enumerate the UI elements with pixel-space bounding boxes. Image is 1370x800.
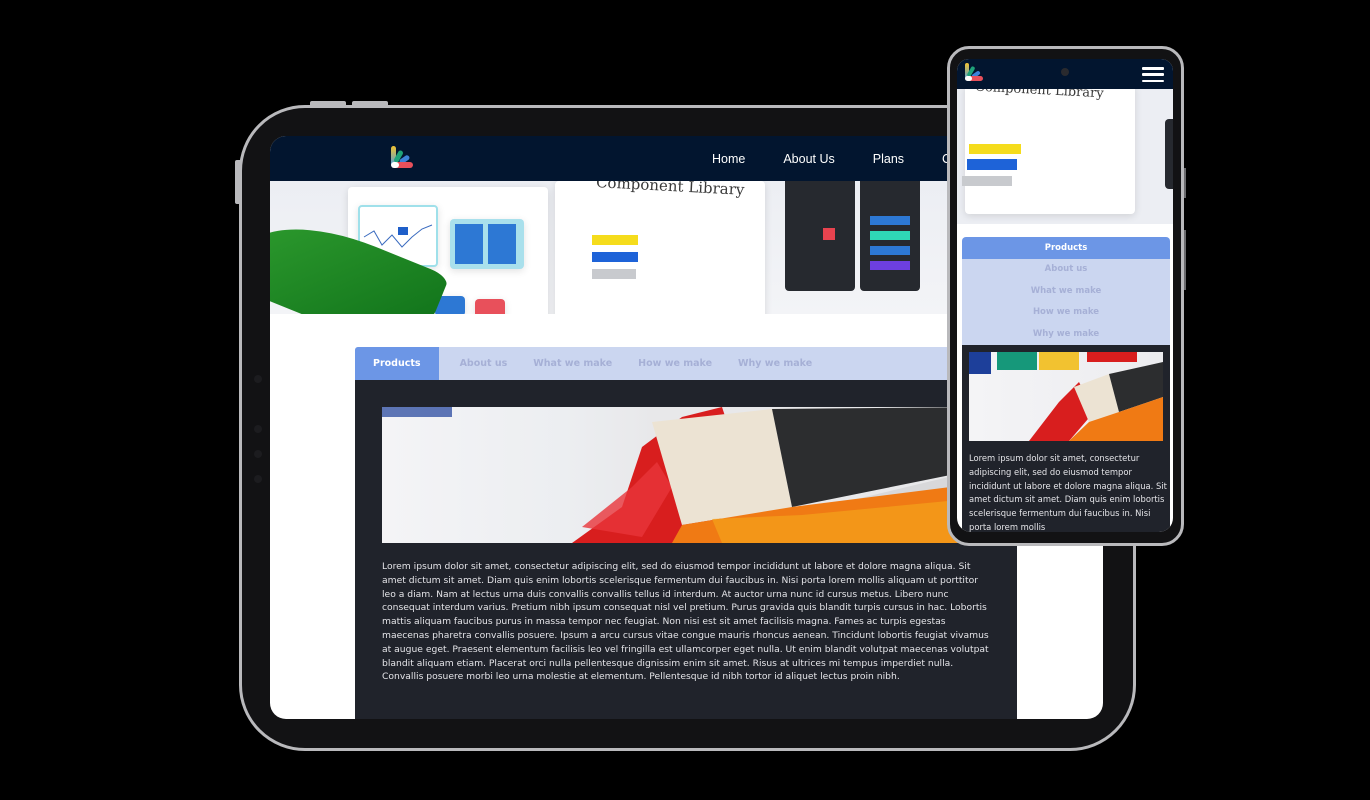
panel-body-text: Lorem ipsum dolor sit amet, consectetur …	[969, 453, 1167, 532]
mockup-dark-phone	[1165, 119, 1173, 189]
tab-why-we-make[interactable]: Why we make	[725, 347, 825, 380]
tablet-sensor	[254, 375, 262, 383]
tablet-sensor	[254, 450, 262, 458]
hamburger-menu-icon[interactable]	[1142, 67, 1164, 82]
tab-what-we-make[interactable]: What we make	[520, 347, 625, 380]
tab-products[interactable]: Products	[355, 347, 439, 380]
paintbrush-image	[969, 352, 1163, 441]
mockup-grey-button	[962, 176, 1012, 186]
tablet-sensor	[254, 475, 262, 483]
mockup-grey-button	[592, 269, 636, 279]
mobile-header	[957, 59, 1173, 89]
brand-logo-icon[interactable]	[965, 63, 985, 83]
mockup-yellow-button	[592, 235, 638, 245]
tab-how-we-make[interactable]: How we make	[625, 347, 725, 380]
mockup-tile	[475, 299, 505, 314]
panel-body-text: Lorem ipsum dolor sit amet, consectetur …	[382, 561, 989, 683]
brand-logo-icon[interactable]	[391, 146, 415, 170]
tab-about-us[interactable]: About us	[962, 258, 1170, 280]
nav-home[interactable]: Home	[712, 152, 745, 166]
tab-how-we-make[interactable]: How we make	[962, 301, 1170, 323]
mockup-blue-button	[592, 252, 638, 262]
mobile-hero-image: Component Library	[957, 89, 1173, 224]
tab-what-we-make[interactable]: What we make	[962, 280, 1170, 302]
mockup-blue-button	[967, 159, 1017, 170]
tablet-camera	[254, 425, 262, 433]
mockup-dark-phone	[860, 181, 920, 291]
tab-products[interactable]: Products	[962, 237, 1170, 259]
mockup-yellow-button	[969, 144, 1021, 154]
tab-bar: Products About us What we make How we ma…	[355, 347, 1017, 380]
tab-about-us[interactable]: About us	[439, 347, 521, 380]
nav-about-us[interactable]: About Us	[783, 152, 834, 166]
mobile-tab-panel-products: Lorem ipsum dolor sit amet, consectetur …	[962, 345, 1170, 532]
nav-plans[interactable]: Plans	[873, 152, 904, 166]
mobile-tab-list: Products About us What we make How we ma…	[962, 237, 1170, 345]
tab-why-we-make[interactable]: Why we make	[962, 323, 1170, 345]
mockup-dark-phone	[785, 181, 855, 291]
tab-panel-products: Lorem ipsum dolor sit amet, consectetur …	[355, 380, 1017, 719]
paintbrush-image	[382, 407, 990, 543]
phone-camera	[1061, 68, 1069, 76]
mockup-component-library	[555, 181, 765, 314]
mockup-widgets	[450, 219, 524, 269]
phone-screen: Component Library Products About us What…	[957, 59, 1173, 532]
